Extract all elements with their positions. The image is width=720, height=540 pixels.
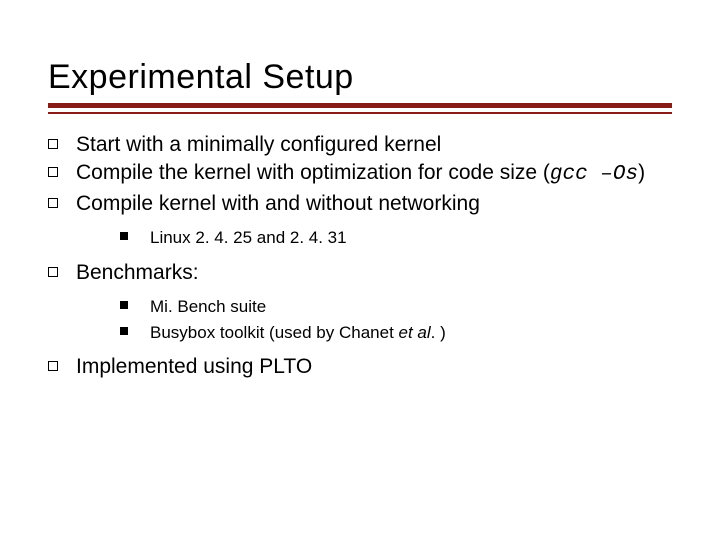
- code-fragment: gcc –Os: [550, 163, 638, 186]
- filled-square-bullet-icon: [120, 232, 128, 240]
- sub-bullet-text: Linux 2. 4. 25 and 2. 4. 31: [150, 226, 347, 250]
- list-item: Implemented using PLTO: [48, 354, 672, 381]
- rule-thin: [48, 112, 672, 114]
- bullet-text: Implemented using PLTO: [76, 354, 312, 381]
- list-item: Benchmarks:: [48, 260, 672, 287]
- sub-bullet-list: Linux 2. 4. 25 and 2. 4. 31: [120, 226, 672, 250]
- bullet-text: Compile the kernel with optimization for…: [76, 160, 645, 189]
- filled-square-bullet-icon: [120, 301, 128, 309]
- square-bullet-icon: [48, 198, 58, 208]
- text-fragment: . ): [431, 323, 446, 342]
- italic-fragment: et al: [399, 323, 431, 342]
- list-item: Compile kernel with and without networki…: [48, 191, 672, 218]
- bullet-list: Benchmarks:: [48, 260, 672, 287]
- slide-title: Experimental Setup: [48, 58, 672, 97]
- sub-bullet-list: Mi. Bench suite Busybox toolkit (used by…: [120, 295, 672, 345]
- bullet-text: Start with a minimally configured kernel: [76, 132, 441, 159]
- list-item: Mi. Bench suite: [120, 295, 672, 319]
- list-item: Start with a minimally configured kernel: [48, 132, 672, 159]
- list-item: Busybox toolkit (used by Chanet et al. ): [120, 321, 672, 345]
- sub-bullet-text: Mi. Bench suite: [150, 295, 266, 319]
- bullet-list: Implemented using PLTO: [48, 354, 672, 381]
- filled-square-bullet-icon: [120, 327, 128, 335]
- bullet-text: Compile kernel with and without networki…: [76, 191, 480, 218]
- sub-bullet-text: Busybox toolkit (used by Chanet et al. ): [150, 321, 446, 345]
- square-bullet-icon: [48, 167, 58, 177]
- bullet-text: Benchmarks:: [76, 260, 199, 287]
- list-item: Linux 2. 4. 25 and 2. 4. 31: [120, 226, 672, 250]
- title-underline: [48, 103, 672, 114]
- square-bullet-icon: [48, 361, 58, 371]
- text-fragment: ): [638, 161, 645, 184]
- text-fragment: Busybox toolkit (used by Chanet: [150, 323, 399, 342]
- square-bullet-icon: [48, 139, 58, 149]
- rule-thick: [48, 103, 672, 108]
- square-bullet-icon: [48, 267, 58, 277]
- bullet-list: Start with a minimally configured kernel…: [48, 132, 672, 219]
- text-fragment: Compile the kernel with optimization for…: [76, 161, 550, 184]
- list-item: Compile the kernel with optimization for…: [48, 160, 672, 189]
